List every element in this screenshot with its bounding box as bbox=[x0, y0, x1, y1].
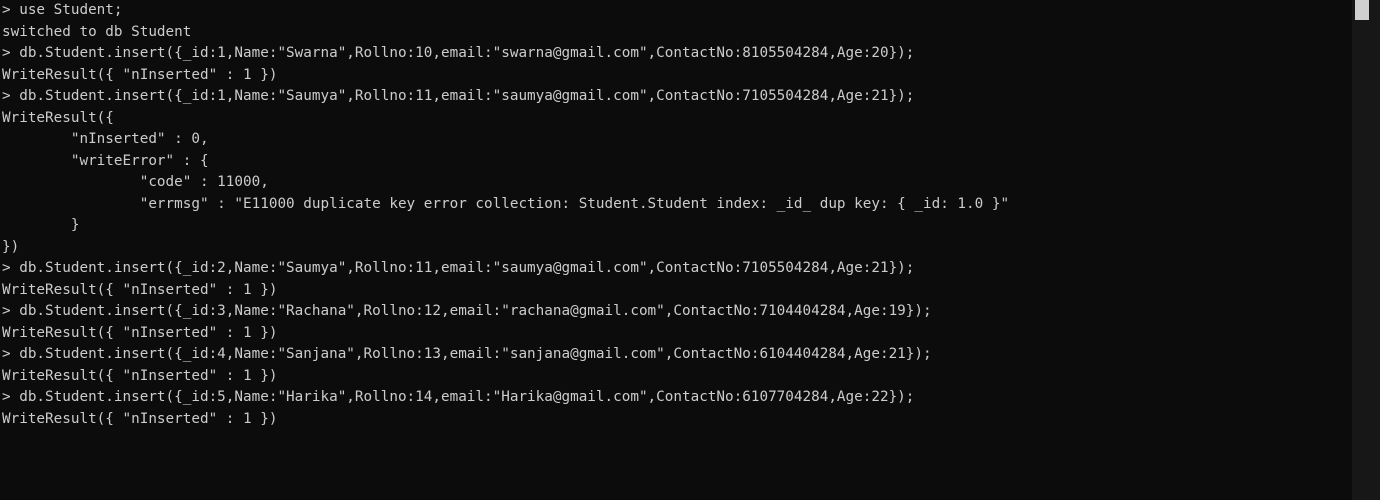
terminal-line-command: > db.Student.insert({_id:2,Name:"Saumya"… bbox=[2, 260, 915, 276]
terminal-line-command: > db.Student.insert({_id:4,Name:"Sanjana… bbox=[2, 346, 932, 362]
terminal-window[interactable]: > use Student; switched to db Student > db… bbox=[0, 0, 1352, 500]
terminal-line-output: "nInserted" : 0, bbox=[2, 131, 209, 147]
terminal-line-command: > db.Student.insert({_id:1,Name:"Saumya"… bbox=[2, 88, 915, 104]
terminal-line-output: WriteResult({ "nInserted" : 1 }) bbox=[2, 66, 278, 83]
terminal-line-output: WriteResult({ "nInserted" : 1 }) bbox=[2, 281, 278, 298]
terminal-line-output: } bbox=[2, 217, 80, 233]
terminal-line-output: "writeError" : { bbox=[2, 152, 209, 169]
terminal-line-output: WriteResult({ "nInserted" : 1 }) bbox=[2, 410, 278, 427]
terminal-line-output: "code" : 11000, bbox=[2, 174, 269, 190]
terminal-line-output: WriteResult({ "nInserted" : 1 }) bbox=[2, 324, 278, 341]
terminal-line-error-message: "errmsg" : "E11000 duplicate key error c… bbox=[2, 195, 1010, 212]
terminal-line-command: > db.Student.insert({_id:1,Name:"Swarna"… bbox=[2, 45, 915, 61]
terminal-line-output: switched to db Student bbox=[2, 23, 192, 40]
terminal-line-command: > use Student; bbox=[2, 2, 123, 18]
terminal-line-command: > db.Student.insert({_id:5,Name:"Harika"… bbox=[2, 389, 915, 405]
scrollbar-thumb[interactable] bbox=[1355, 0, 1369, 20]
terminal-line-output: WriteResult({ "nInserted" : 1 }) bbox=[2, 367, 278, 384]
vertical-scrollbar[interactable] bbox=[1352, 0, 1380, 500]
terminal-line-command: > db.Student.insert({_id:3,Name:"Rachana… bbox=[2, 303, 932, 319]
terminal-output: > use Student; switched to db Student > db… bbox=[2, 0, 1009, 430]
terminal-line-output: }) bbox=[2, 238, 20, 255]
terminal-line-output: WriteResult({ bbox=[2, 109, 114, 126]
